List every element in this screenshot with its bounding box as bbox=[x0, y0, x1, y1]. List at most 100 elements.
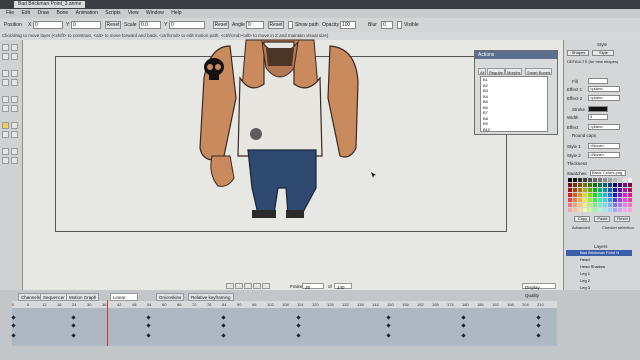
menu-view[interactable]: View bbox=[128, 9, 139, 18]
keyframe-marker[interactable] bbox=[296, 323, 301, 328]
color-swatch[interactable] bbox=[593, 208, 597, 212]
reset-angle-button[interactable]: Reset bbox=[268, 21, 284, 29]
total-frames-field[interactable]: 240 bbox=[334, 283, 352, 290]
color-swatch[interactable] bbox=[613, 198, 617, 202]
color-swatch[interactable] bbox=[613, 178, 617, 182]
style2-select[interactable]: <None> bbox=[588, 152, 620, 158]
menu-draw[interactable]: Draw bbox=[37, 9, 49, 18]
color-swatch[interactable] bbox=[598, 203, 602, 207]
keyframe-marker[interactable] bbox=[386, 315, 391, 320]
color-swatch[interactable] bbox=[623, 178, 627, 182]
color-swatch[interactable] bbox=[618, 193, 622, 197]
menu-help[interactable]: Help bbox=[171, 9, 181, 18]
add-bone-tool-icon[interactable] bbox=[2, 105, 9, 112]
color-swatch[interactable] bbox=[613, 193, 617, 197]
color-swatch[interactable] bbox=[568, 198, 572, 202]
color-swatch[interactable] bbox=[568, 178, 572, 182]
color-swatch[interactable] bbox=[573, 203, 577, 207]
show-path-checkbox[interactable] bbox=[288, 21, 293, 29]
hide-edge-tool-icon[interactable] bbox=[11, 79, 18, 86]
color-swatch[interactable] bbox=[618, 198, 622, 202]
add-point-tool-icon[interactable] bbox=[2, 53, 9, 60]
set-origin-tool-icon[interactable] bbox=[11, 131, 18, 138]
effect-select[interactable]: <plain> bbox=[588, 124, 620, 130]
color-swatches[interactable] bbox=[568, 178, 634, 214]
color-swatch[interactable] bbox=[583, 208, 587, 212]
color-swatch[interactable] bbox=[593, 183, 597, 187]
opacity-field[interactable]: 100 bbox=[340, 21, 356, 29]
actions-list[interactable]: B1B2B3B4B5B6B7B8B9B10B11B12B13B14B15B16B… bbox=[480, 76, 548, 132]
color-swatch[interactable] bbox=[573, 198, 577, 202]
keyframe-marker[interactable] bbox=[71, 323, 76, 328]
rotate-layer-tool-icon[interactable] bbox=[2, 131, 9, 138]
color-swatch[interactable] bbox=[593, 188, 597, 192]
color-swatch[interactable] bbox=[578, 183, 582, 187]
keyframe-marker[interactable] bbox=[461, 333, 466, 338]
color-swatch[interactable] bbox=[593, 193, 597, 197]
menu-file[interactable]: File bbox=[6, 9, 14, 18]
keyframe-marker[interactable] bbox=[11, 323, 16, 328]
transform-points-tool-icon[interactable] bbox=[11, 44, 18, 51]
color-swatch[interactable] bbox=[583, 193, 587, 197]
keyframe-marker[interactable] bbox=[221, 323, 226, 328]
layer-row[interactable]: Head Shadow bbox=[566, 264, 632, 270]
color-swatch[interactable] bbox=[618, 208, 622, 212]
color-swatch[interactable] bbox=[618, 188, 622, 192]
interpolation-select[interactable]: Linear bbox=[110, 293, 138, 301]
visible-checkbox[interactable] bbox=[397, 21, 402, 29]
color-swatch[interactable] bbox=[583, 203, 587, 207]
keyframe-marker[interactable] bbox=[386, 333, 391, 338]
swatches-select[interactable]: Basic Colors.png bbox=[590, 170, 626, 176]
effect1-select[interactable]: <plain> bbox=[588, 86, 620, 92]
color-swatch[interactable] bbox=[628, 193, 632, 197]
color-swatch[interactable] bbox=[608, 198, 612, 202]
document-tab[interactable]: Bad Brickman Point_3.anme bbox=[14, 1, 86, 8]
scale-y-field[interactable]: 0 bbox=[169, 21, 205, 29]
color-swatch[interactable] bbox=[588, 193, 592, 197]
color-swatch[interactable] bbox=[588, 208, 592, 212]
keyframe-marker[interactable] bbox=[221, 315, 226, 320]
color-swatch[interactable] bbox=[613, 188, 617, 192]
keyframe-marker[interactable] bbox=[536, 323, 541, 328]
position-y-field[interactable]: 0 bbox=[71, 21, 101, 29]
camera-track-tool-icon[interactable] bbox=[2, 148, 9, 155]
color-swatch[interactable] bbox=[613, 208, 617, 212]
color-swatch[interactable] bbox=[598, 198, 602, 202]
layer-row[interactable]: Leg 1 bbox=[566, 271, 632, 277]
style1-select[interactable]: <None> bbox=[588, 143, 620, 149]
stroke-color-well[interactable] bbox=[588, 106, 608, 112]
color-swatch[interactable] bbox=[628, 178, 632, 182]
color-swatch[interactable] bbox=[588, 188, 592, 192]
color-swatch[interactable] bbox=[593, 198, 597, 202]
next-frame-icon[interactable] bbox=[253, 283, 261, 289]
angle-field[interactable]: 0 bbox=[246, 21, 264, 29]
color-swatch[interactable] bbox=[608, 188, 612, 192]
play-icon[interactable] bbox=[244, 283, 252, 289]
color-swatch[interactable] bbox=[628, 208, 632, 212]
translate-bone-tool-icon[interactable] bbox=[11, 96, 18, 103]
style-button[interactable]: Style bbox=[592, 50, 614, 56]
paste-button[interactable]: Paste bbox=[594, 216, 610, 222]
color-swatch[interactable] bbox=[588, 178, 592, 182]
color-swatch[interactable] bbox=[603, 183, 607, 187]
color-swatch[interactable] bbox=[593, 203, 597, 207]
color-swatch[interactable] bbox=[613, 183, 617, 187]
frame-field[interactable]: 38 bbox=[302, 283, 324, 290]
color-swatch[interactable] bbox=[588, 203, 592, 207]
color-swatch[interactable] bbox=[578, 198, 582, 202]
menu-edit[interactable]: Edit bbox=[21, 9, 30, 18]
keyframe-marker[interactable] bbox=[536, 333, 541, 338]
playhead[interactable] bbox=[107, 300, 108, 346]
translate-layer-tool-icon[interactable] bbox=[2, 122, 9, 129]
keyframe-marker[interactable] bbox=[71, 315, 76, 320]
color-swatch[interactable] bbox=[618, 178, 622, 182]
color-swatch[interactable] bbox=[623, 203, 627, 207]
keyframe-marker[interactable] bbox=[11, 333, 16, 338]
color-swatch[interactable] bbox=[588, 183, 592, 187]
color-swatch[interactable] bbox=[568, 188, 572, 192]
color-swatch[interactable] bbox=[608, 203, 612, 207]
color-swatch[interactable] bbox=[568, 208, 572, 212]
color-swatch[interactable] bbox=[573, 188, 577, 192]
keyframe-track[interactable] bbox=[11, 300, 557, 346]
menu-scripts[interactable]: Scripts bbox=[105, 9, 120, 18]
